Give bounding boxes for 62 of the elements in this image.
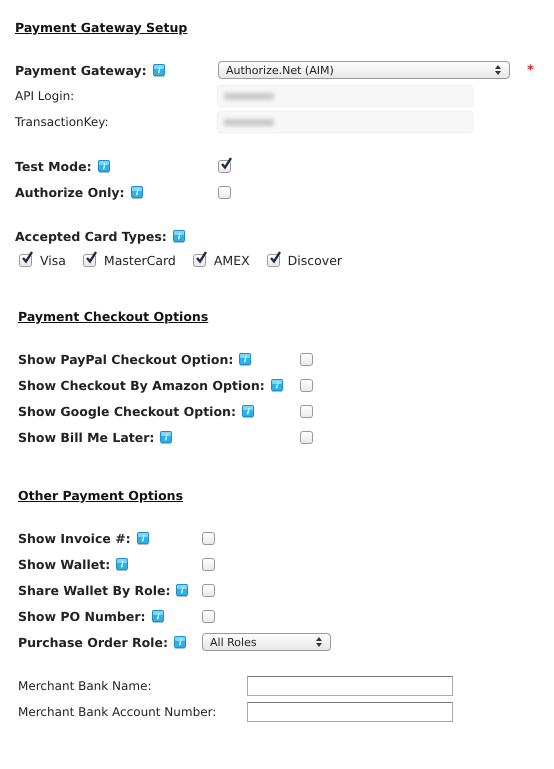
checkbox[interactable] [202,532,215,544]
section-heading: Payment Checkout Options [18,309,208,324]
checkbox[interactable] [300,378,313,392]
field-label: Merchant Bank Name: [18,679,152,693]
info-icon[interactable] [270,378,283,392]
field-label: Show Invoice #: [18,530,131,546]
info-icon[interactable] [136,532,149,544]
field-label: Show PayPal Checkout Option: [18,352,234,366]
field-label: Test Mode: [15,158,92,174]
section-heading: Payment Gateway Setup [15,20,188,35]
field-label: Accepted Card Types: [15,228,167,244]
option-label: Discover [288,252,342,268]
option-label: MasterCard [104,252,176,268]
info-icon[interactable] [174,636,186,648]
checkbox[interactable] [202,584,215,596]
field-label: Show Bill Me Later: [18,430,154,444]
checkbox[interactable] [300,352,313,366]
checkbox[interactable] [202,558,215,570]
field-label: Show PO Number: [18,608,146,624]
input-field[interactable] [247,702,453,722]
required-mark: * [527,62,534,78]
dropdown[interactable]: Authorize.Net (AIM) [218,61,510,79]
checkbox[interactable] [300,404,313,418]
checkbox[interactable] [300,430,313,444]
checkbox[interactable] [202,610,215,622]
field-label: Merchant Bank Account Number: [18,705,216,719]
field-label: Purchase Order Role: [18,634,168,650]
info-icon[interactable] [98,160,110,172]
blurred-value [224,92,274,100]
blurred-value [224,118,274,126]
checkbox[interactable] [218,186,231,198]
info-icon[interactable] [242,404,254,418]
info-icon[interactable] [130,186,143,198]
option-label: Visa [40,252,66,268]
field-label: API Login: [15,89,74,103]
checkbox[interactable] [19,254,32,266]
field-label: Show Checkout By Amazon Option: [18,378,265,392]
info-icon[interactable] [239,352,252,366]
field-label: Show Wallet: [18,556,110,572]
info-icon[interactable] [152,610,164,622]
info-icon[interactable] [176,584,188,596]
field-label: Authorize Only: [15,184,125,200]
field-label: Payment Gateway: [15,62,147,78]
updown-arrow-icon [495,65,501,75]
input-field[interactable] [218,112,472,132]
section-heading: Other Payment Options [18,488,184,503]
info-icon[interactable] [116,558,128,570]
updown-arrow-icon [316,637,322,647]
checkbox[interactable] [218,160,231,172]
input-field[interactable] [247,676,453,696]
input-field[interactable] [218,86,472,106]
info-icon[interactable] [160,430,172,444]
field-label: TransactionKey: [15,115,109,129]
info-icon[interactable] [172,230,185,242]
field-label: Share Wallet By Role: [18,582,170,598]
checkbox[interactable] [82,254,96,266]
checkbox[interactable] [192,254,206,266]
checkbox[interactable] [266,254,280,266]
info-icon[interactable] [152,64,165,76]
dropdown[interactable]: All Roles [202,633,331,651]
option-label: AMEX [214,252,250,268]
field-label: Show Google Checkout Option: [18,404,236,418]
